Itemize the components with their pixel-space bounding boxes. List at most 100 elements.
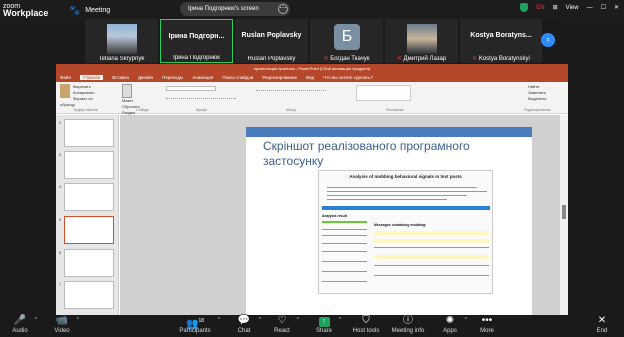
vertical-scrollbar[interactable] [560,115,568,316]
participant-tile[interactable]: Ruslan Poplavsky Ruslan Poplavsky [235,19,308,63]
host-tools-button[interactable]: ⛉ Host tools [344,315,388,337]
minimize-icon[interactable]: — [587,5,593,11]
screenshot-heading: Analysis of mobbing behavioral signals i… [349,174,462,179]
security-shield-icon[interactable] [520,3,529,12]
text-line [322,281,367,282]
view-button[interactable]: View [566,5,579,11]
tab-design[interactable]: Дизайн [138,75,153,80]
highlight-row [374,231,489,235]
current-slide[interactable]: Скріншот реалізованого програмного засто… [246,127,532,316]
chevron-up-icon[interactable]: ^ [218,317,220,323]
paragraph-row[interactable] [256,86,326,91]
audio-label: Audio [12,328,28,334]
score-bar [322,221,367,223]
tab-transitions[interactable]: Переходы [162,75,183,80]
text-line [374,275,489,276]
powerpoint-titlebar: презентация практика - PowerPoint (Сбой … [56,64,568,73]
font-style-row[interactable] [166,94,236,99]
active-speaker-tile[interactable]: Ірина Подгорн... Ірина Подгорнюк [160,19,233,63]
clipboard-label: Буфер обмена [74,108,98,112]
slide-thumbnail-pane: 2 3 4 5 6 7 [56,115,119,316]
share-button[interactable]: ↑ Share ^ [304,315,344,337]
slide-thumbnail[interactable]: 3 [59,151,114,179]
select-button[interactable]: Выделить [528,96,546,102]
grid-icon[interactable]: ⊞ [553,4,558,11]
chevron-up-icon[interactable]: ^ [77,317,79,323]
meeting-info-label: Meeting info [391,328,425,334]
participant-name-row: ✕ Дмитрий Лазар [385,55,458,62]
participant-tile[interactable]: Kostya Boratyns... ✕ Kostya Boratynskyi [460,19,542,63]
slide-thumbnail[interactable]: 6 [59,249,114,277]
participant-count: 18 [198,318,204,324]
logo-text-bottom: Workplace [3,7,49,18]
screen-share-banner[interactable]: Ірина Подгорнюк's screen ⋯ [180,2,290,16]
react-button[interactable]: ♡ React ^ [262,315,302,337]
screenshot-section: Messages containing mobbing: [374,223,427,227]
highlight-row [374,239,489,243]
tell-me-search[interactable]: Что вы хотите сделать? [323,75,373,80]
participants-icon: 👥18 [172,315,218,329]
new-slide-icon[interactable] [122,84,132,98]
mic-muted-icon: ✕ [396,56,402,62]
end-icon: ✕ [597,315,607,326]
slide-editing-canvas[interactable]: Скріншот реалізованого програмного засто… [120,115,560,316]
end-button[interactable]: ✕ End [582,315,622,337]
close-icon[interactable]: ✕ [614,4,619,11]
paw-icon[interactable]: 🐾 [69,5,80,16]
shapes-gallery[interactable] [356,85,411,101]
tab-file[interactable]: Файл [60,75,71,80]
participant-name: Ірина Подгорнюк [173,55,220,61]
slide-thumbnail[interactable]: 2 [59,119,114,147]
slides-label: Слайды [136,108,150,112]
next-page-icon[interactable]: › [541,33,555,47]
maximize-icon[interactable]: ☐ [601,4,606,11]
slide-title[interactable]: Скріншот реалізованого програмного засто… [263,139,503,169]
participant-tile[interactable]: Б ✕ Богдан Ткачук [310,19,383,63]
slide-thumbnail-selected[interactable]: 5 [59,216,114,244]
tab-view[interactable]: Вид [306,75,314,80]
more-options-icon[interactable]: ⋯ [278,4,288,14]
meeting-info-button[interactable]: ⓘ Meeting info [386,315,430,337]
app-screenshot-image[interactable]: Analysis of mobbing behavioral signals i… [318,170,493,294]
scroll-thumb[interactable] [562,205,566,219]
chevron-up-icon[interactable]: ^ [297,317,299,323]
font-name-box[interactable] [166,86,216,91]
participant-photo [107,24,137,54]
tab-animations[interactable]: Анимация [192,75,213,80]
participant-tile[interactable]: Tetiana Skrypnyk [85,19,158,63]
participant-tile[interactable]: ✕ Дмитрий Лазар [385,19,458,63]
slide-number: 6 [59,250,62,255]
tab-home[interactable]: Главная [80,75,104,80]
tab-review[interactable]: Рецензирование [262,75,297,80]
font-group [166,86,236,99]
avatar: Б [334,24,360,50]
editing-group: Найти Заменить Выделить [528,84,546,102]
react-label: React [274,328,290,334]
slide-thumbnail[interactable]: 4 [59,183,114,211]
share-screen-icon: ↑ [318,317,330,327]
analyze-button [322,206,490,210]
tab-insert[interactable]: Вставка [112,75,129,80]
participant-title: Kostya Boratyns... [470,32,532,39]
participant-name: Дмитрий Лазар [403,56,447,62]
video-button[interactable]: 📹 Video ^ [42,315,82,337]
participants-button[interactable]: 👥18 Participants ^ [172,315,220,337]
chat-button[interactable]: 💬 Chat ^ [224,315,264,337]
more-button[interactable]: ••• More [467,315,507,337]
text-line [322,235,367,236]
paste-icon[interactable] [60,84,70,98]
tab-slideshow[interactable]: Показ слайдов [222,75,253,80]
chevron-up-icon[interactable]: ^ [35,317,37,323]
apps-button[interactable]: ✺ Apps ^ [430,315,470,337]
share-label: Share [315,328,332,334]
text-line [322,251,367,252]
more-label: More [480,328,494,334]
slide-thumbnail[interactable]: 7 [59,281,114,309]
chevron-up-icon[interactable]: ^ [259,317,261,323]
audio-button[interactable]: 🎤 Audio ^ [0,315,40,337]
text-line [374,247,489,248]
chevron-up-icon[interactable]: ^ [339,317,341,323]
font-label: Шрифт [196,108,208,112]
participant-title: Ірина Подгорн... [168,33,225,40]
language-indicator[interactable]: EN [536,5,544,11]
